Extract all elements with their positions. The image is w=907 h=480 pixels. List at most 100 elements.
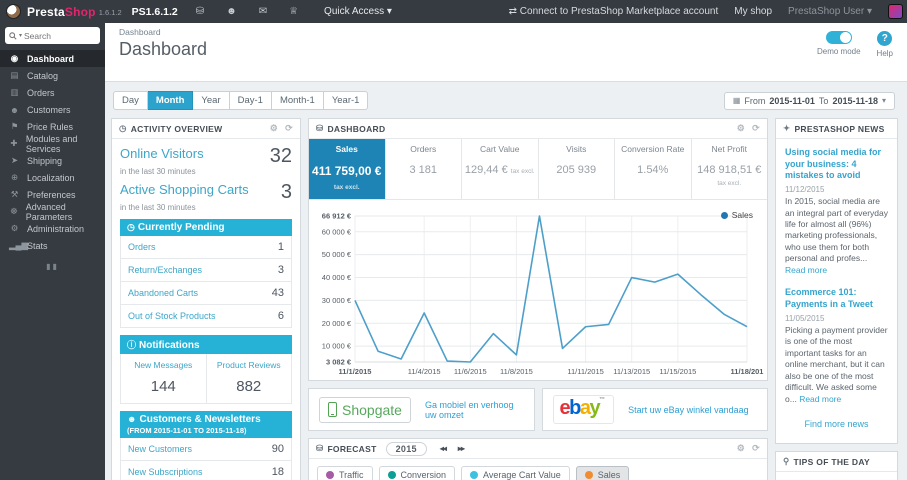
read-more-link[interactable]: Read more (799, 394, 841, 404)
collapse-menu-button[interactable]: ▮▮ (0, 262, 105, 271)
product-reviews-cell: Product Reviews 882 (205, 354, 292, 403)
help-label: Help (876, 49, 893, 58)
sidebar-item-catalog[interactable]: ▤ Catalog (0, 67, 105, 84)
megaphone-icon: ✦ (783, 123, 791, 133)
svg-text:66 912 €: 66 912 € (322, 212, 352, 221)
connect-icon: ⇄ (508, 6, 520, 17)
news-article-date: 11/05/2015 (785, 313, 825, 323)
sidebar-item-preferences[interactable]: ⚒ Preferences (0, 186, 105, 203)
forecast-legend: Traffic Conversion Average Cart Value Sa… (309, 459, 767, 480)
forecast-toggle-conversion[interactable]: Conversion (378, 466, 456, 480)
tips-of-the-day-panel: ⚲ TIPS OF THE DAY ingenico Payment servi… (775, 451, 898, 480)
ebay-link[interactable]: Start uw eBay winkel vandaag (628, 405, 749, 415)
kpi-tab-net-profit[interactable]: Net Profit 148 918,51 € tax excl. (692, 139, 768, 199)
kpi-tab-sales[interactable]: Sales 411 759,00 € tax excl. (309, 139, 386, 199)
ebay-banner[interactable]: ebay™ Start uw eBay winkel vandaag (541, 388, 768, 431)
quick-access-menu[interactable]: Quick Access ▾ (324, 6, 392, 17)
trophy-icon[interactable]: ♕ (289, 6, 298, 17)
my-shop-link[interactable]: My shop (734, 6, 772, 17)
sidebar-item-shipping[interactable]: ➤ Shipping (0, 152, 105, 169)
refresh-icon[interactable]: ⟳ (752, 123, 760, 134)
refresh-icon[interactable]: ⟳ (285, 123, 293, 134)
read-more-link[interactable]: Read more (785, 265, 827, 275)
search-scope-caret[interactable]: ▾ (19, 32, 22, 39)
pending-row-returns: Return/Exchanges 3 (121, 259, 291, 282)
dashboard-icon: ◉ (10, 53, 19, 63)
brand-name[interactable]: PrestaShop (27, 5, 96, 19)
chart-legend[interactable]: Sales (720, 210, 753, 220)
sidebar-item-orders[interactable]: ▥ Orders (0, 84, 105, 101)
sidebar-item-modules[interactable]: ✚ Modules and Services (0, 134, 105, 154)
svg-text:20 000 €: 20 000 € (322, 319, 352, 328)
mail-icon[interactable]: ✉ (259, 6, 267, 17)
svg-text:11/11/2015: 11/11/2015 (567, 367, 603, 376)
sidebar-search[interactable]: ▾ (5, 27, 100, 44)
help-button[interactable]: ? (877, 31, 893, 46)
search-input[interactable] (24, 30, 85, 41)
info-icon: ⓘ (127, 340, 137, 350)
forecast-toggle-traffic[interactable]: Traffic (317, 466, 373, 480)
date-range-picker[interactable]: ▦ From 2015-11-01 To 2015-11-18 ▾ (723, 91, 895, 110)
notifications-header: ⓘ Notifications (120, 335, 292, 354)
gear-icon[interactable]: ⚙ (270, 123, 278, 134)
range-year-button[interactable]: Year (193, 91, 230, 110)
range-day-button[interactable]: Day (113, 91, 148, 110)
range-month-1-button[interactable]: Month-1 (271, 91, 324, 110)
news-article-title[interactable]: Using social media for your business: 4 … (785, 147, 888, 182)
sidebar-item-localization[interactable]: ⊕ Localization (0, 169, 105, 186)
kpi-tab-cart-value[interactable]: Cart Value 129,44 € tax excl. (462, 139, 539, 199)
range-day-1-button[interactable]: Day-1 (229, 91, 272, 110)
average-cart-value-dot (470, 471, 479, 479)
svg-text:11/13/2015: 11/13/2015 (613, 367, 650, 376)
gear-icon[interactable]: ⚙ (737, 443, 745, 454)
person-icon[interactable]: ☻ (226, 6, 237, 17)
forecast-toggle-average-cart-value[interactable]: Average Cart Value (461, 466, 570, 480)
sidebar-item-stats[interactable]: ▂▄▆ Stats (0, 237, 105, 254)
kpi-tab-visits[interactable]: Visits 205 939 (539, 139, 615, 199)
modules-icon: ✚ (10, 138, 18, 148)
user-avatar[interactable] (888, 4, 903, 19)
catalog-icon: ▤ (10, 70, 19, 80)
gear-icon[interactable]: ⚙ (737, 123, 745, 134)
lightbulb-icon: ⚲ (783, 456, 790, 466)
marketplace-link[interactable]: ⇄ Connect to PrestaShop Marketplace acco… (509, 6, 719, 17)
sidebar-item-administration[interactable]: ⚙ Administration (0, 220, 105, 237)
kpi-tab-conversion-rate[interactable]: Conversion Rate 1.54% (615, 139, 692, 199)
range-year-1-button[interactable]: Year-1 (323, 91, 369, 110)
customers-row-new-subscriptions: New Subscriptions 18 (121, 461, 291, 480)
sidebar-item-advanced-parameters[interactable]: ☸ Advanced Parameters (0, 202, 105, 222)
news-article-excerpt: In 2015, social media are an integral pa… (785, 196, 889, 275)
news-article: Using social media for your business: 4 … (785, 147, 888, 276)
refresh-icon[interactable]: ⟳ (752, 443, 760, 454)
demo-mode-toggle[interactable] (825, 31, 852, 44)
shipping-icon: ➤ (10, 155, 19, 165)
preferences-icon: ⚒ (10, 189, 19, 199)
stats-icon: ▂▄▆ (9, 240, 29, 250)
date-range-toolbar: Day Month Year Day-1 Month-1 Year-1 ▦ Fr… (113, 91, 895, 110)
kpi-tab-orders[interactable]: Orders 3 181 (386, 139, 462, 199)
next-year-button[interactable]: ▸▸ (454, 444, 468, 453)
sidebar-item-customers[interactable]: ☻ Customers (0, 101, 105, 118)
shopgate-banner[interactable]: Shopgate Ga mobiel en verhoog uw omzet (308, 388, 535, 431)
range-month-button[interactable]: Month (147, 91, 194, 110)
sidebar-item-price-rules[interactable]: ⚑ Price Rules (0, 118, 105, 135)
active-carts-link[interactable]: Active Shopping Carts (120, 182, 249, 197)
ps-version: PS1.6.1.2 (131, 5, 178, 18)
sidebar-item-dashboard[interactable]: ◉ Dashboard (0, 50, 105, 67)
breadcrumb[interactable]: Dashboard (119, 27, 893, 37)
legend-dot-sales (720, 211, 728, 219)
previous-year-button[interactable]: ◂◂ (436, 444, 450, 453)
forecast-panel-title: FORECAST (327, 443, 377, 454)
forecast-toggle-sales[interactable]: Sales (575, 466, 630, 480)
prestashop-logo[interactable] (6, 4, 21, 19)
user-menu[interactable]: PrestaShop User ▾ (788, 6, 872, 17)
cart-icon[interactable]: ⛁ (196, 6, 204, 17)
sales-line-chart: 66 912 € 60 000 € 50 000 € 40 000 € 30 000 €… (322, 212, 764, 377)
find-more-news-link[interactable]: Find more news (785, 419, 888, 429)
forecast-year: 2015 (385, 441, 427, 456)
svg-text:3 082 €: 3 082 € (326, 358, 352, 367)
online-visitors-link[interactable]: Online Visitors (120, 146, 204, 161)
activity-panel-title: ACTIVITY OVERVIEW (130, 123, 223, 134)
news-article-title[interactable]: Ecommerce 101: Payments in a Tweet (785, 287, 888, 310)
shopgate-link[interactable]: Ga mobiel en verhoog uw omzet (425, 400, 524, 420)
